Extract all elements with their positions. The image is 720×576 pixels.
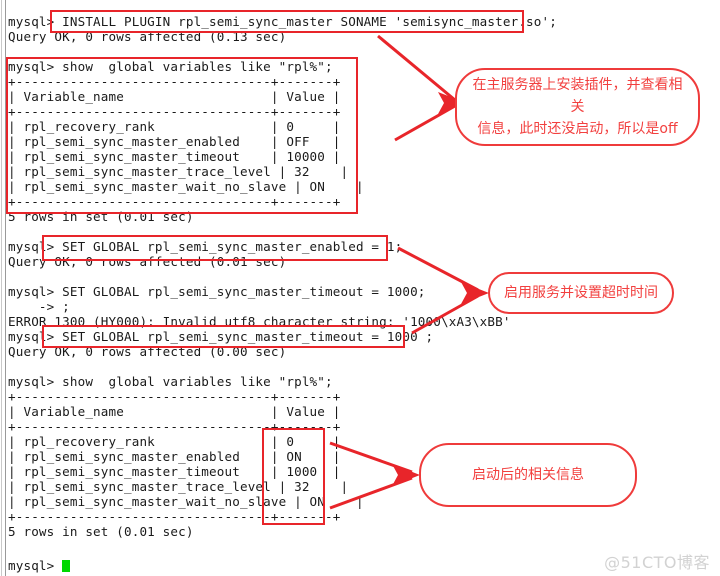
terminal-line: | Variable_name | Value | xyxy=(8,404,341,419)
terminal-line: mysql> SET GLOBAL rpl_semi_sync_master_e… xyxy=(8,239,403,254)
terminal-line: -> ; xyxy=(8,299,70,314)
terminal-line: 5 rows in set (0.01 sec) xyxy=(8,209,194,224)
terminal-line: mysql> show global variables like "rpl%"… xyxy=(8,59,333,74)
terminal-line: | rpl_recovery_rank | 0 | xyxy=(8,119,341,134)
terminal-line: mysql> SET GLOBAL rpl_semi_sync_master_t… xyxy=(8,329,434,344)
terminal-line: +---------------------------------+-----… xyxy=(8,104,341,119)
terminal-line: Query OK, 0 rows affected (0.00 sec) xyxy=(8,344,287,359)
terminal-line: | rpl_semi_sync_master_timeout | 10000 | xyxy=(8,149,341,164)
callout-line-2: 信息，此时还没启动，所以是off xyxy=(477,121,678,137)
callout-line-1: 在主服务器上安装插件，并查看相关 xyxy=(472,77,683,115)
callout-install-plugin: 在主服务器上安装插件，并查看相关 信息，此时还没启动，所以是off xyxy=(455,68,700,146)
site-watermark: @51CTO博客 xyxy=(604,553,710,572)
terminal-line: Query OK, 0 rows affected (0.13 sec) xyxy=(8,29,287,44)
terminal-line: mysql> SET GLOBAL rpl_semi_sync_master_t… xyxy=(8,284,426,299)
terminal-line: | rpl_semi_sync_master_timeout | 1000 | xyxy=(8,464,341,479)
terminal-line: | rpl_semi_sync_master_trace_level | 32 … xyxy=(8,479,349,494)
terminal-line: | rpl_semi_sync_master_enabled | OFF | xyxy=(8,134,341,149)
terminal-line: +---------------------------------+-----… xyxy=(8,74,341,89)
window-left-edge xyxy=(0,0,6,576)
terminal-line: 5 rows in set (0.01 sec) xyxy=(8,524,194,539)
callout-after-start-info: 启动后的相关信息 xyxy=(419,443,637,507)
terminal-line: +---------------------------------+-----… xyxy=(8,509,341,524)
terminal-line: | rpl_recovery_rank | 0 | xyxy=(8,434,341,449)
prompt-text: mysql> xyxy=(8,558,63,573)
terminal-line: | rpl_semi_sync_master_trace_level | 32 … xyxy=(8,164,349,179)
terminal-line: Query OK, 0 rows affected (0.01 sec) xyxy=(8,254,287,269)
terminal-line: mysql> INSTALL PLUGIN rpl_semi_sync_mast… xyxy=(8,14,557,29)
terminal-line: +---------------------------------+-----… xyxy=(8,419,341,434)
terminal-line: | rpl_semi_sync_master_wait_no_slave | O… xyxy=(8,494,364,509)
terminal-line: | Variable_name | Value | xyxy=(8,89,341,104)
terminal-line: | rpl_semi_sync_master_enabled | ON | xyxy=(8,449,341,464)
terminal-line: mysql> show global variables like "rpl%"… xyxy=(8,374,333,389)
terminal-line: | rpl_semi_sync_master_wait_no_slave | O… xyxy=(8,179,364,194)
text-cursor xyxy=(62,560,71,572)
callout-line-1: 启动后的相关信息 xyxy=(472,467,584,483)
terminal-line: ERROR 1300 (HY000): Invalid utf8 charact… xyxy=(8,314,511,329)
callout-line-1: 启用服务并设置超时时间 xyxy=(504,285,658,301)
callout-enable-service: 启用服务并设置超时时间 xyxy=(488,272,674,314)
terminal-prompt-line[interactable]: mysql> xyxy=(8,558,71,573)
terminal-line: +---------------------------------+-----… xyxy=(8,194,341,209)
terminal-line: +---------------------------------+-----… xyxy=(8,389,341,404)
terminal-screenshot: mysql> INSTALL PLUGIN rpl_semi_sync_mast… xyxy=(0,0,720,576)
